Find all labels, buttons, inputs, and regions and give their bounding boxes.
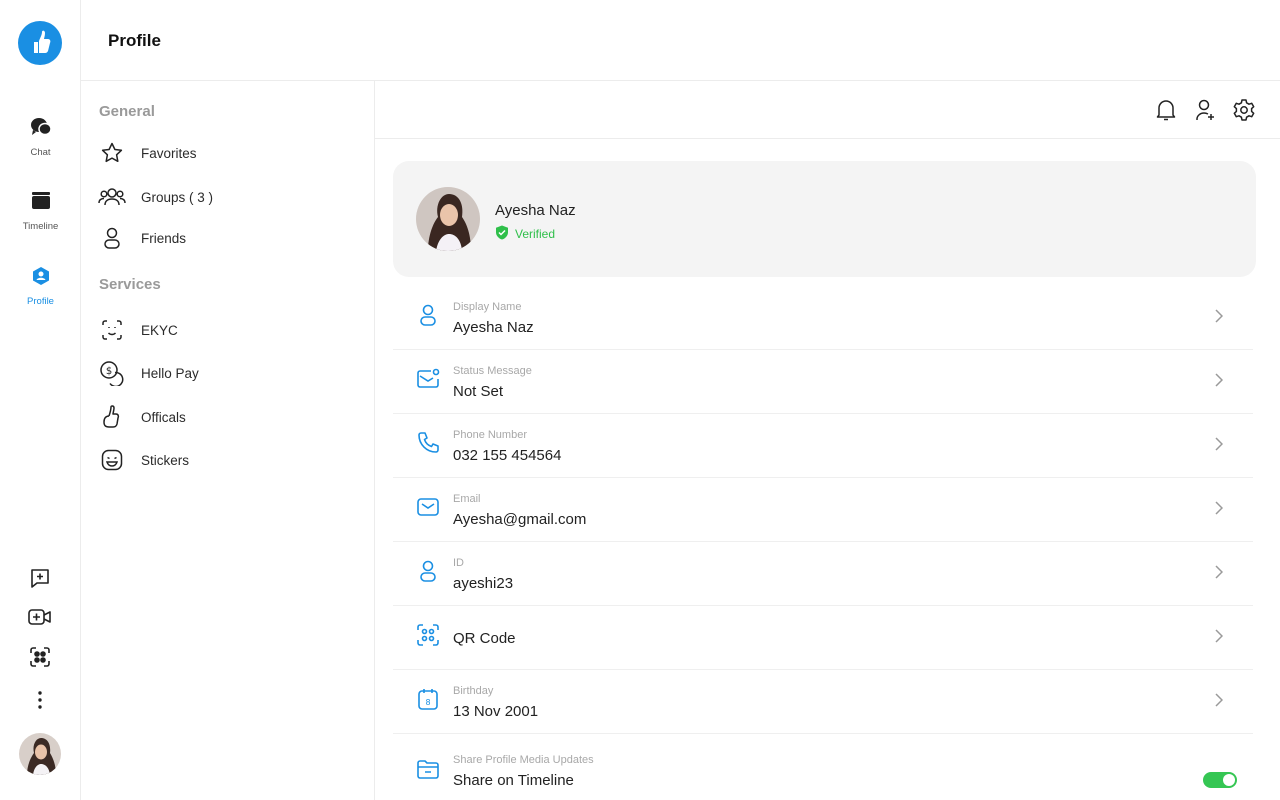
field-value: Share on Timeline (453, 772, 574, 789)
chevron-right-icon (1211, 370, 1227, 390)
row-phone-number[interactable]: Phone Number 032 155 454564 (393, 414, 1253, 478)
menu-item-label: Officals (141, 409, 186, 425)
rail-item-label: Chat (30, 147, 51, 158)
field-label: Status Message (453, 365, 532, 377)
qr-code-icon (415, 622, 441, 648)
section-title-services: Services (99, 276, 161, 293)
menu-item-label: Groups ( 3 ) (141, 189, 214, 205)
row-status-message[interactable]: Status Message Not Set (393, 350, 1253, 414)
verified-badge: Verified (495, 225, 555, 243)
bell-icon[interactable] (1154, 98, 1178, 122)
coins-icon: $ (97, 358, 127, 388)
menu-item-officals[interactable]: Officals (97, 402, 186, 432)
menu-item-label: EKYC (141, 322, 178, 338)
add-video-icon[interactable] (26, 603, 54, 631)
field-value: ayeshi23 (453, 575, 514, 592)
share-timeline-toggle[interactable] (1203, 772, 1237, 788)
svg-text:8: 8 (425, 698, 430, 707)
profile-avatar[interactable] (416, 187, 480, 251)
menu-item-stickers[interactable]: Stickers (97, 445, 189, 475)
face-scan-icon (97, 315, 127, 345)
menu-item-hello-pay[interactable]: $ Hello Pay (97, 358, 199, 388)
row-email[interactable]: Email Ayesha@gmail.com (393, 478, 1253, 542)
profile-menu: General Favorites Groups ( 3 ) Friends S… (81, 81, 375, 800)
row-qr-code[interactable]: QR Code (393, 606, 1253, 670)
field-label: ID (453, 557, 464, 569)
thumbs-up-icon (97, 402, 127, 432)
email-icon (415, 494, 441, 520)
menu-item-friends[interactable]: Friends (97, 223, 186, 253)
settings-gear-icon[interactable] (1232, 98, 1256, 122)
chevron-right-icon (1211, 434, 1227, 454)
menu-item-groups[interactable]: Groups ( 3 ) (97, 182, 213, 212)
status-mail-icon (415, 366, 441, 392)
field-label: Email (453, 493, 481, 505)
rail-item-label: Timeline (22, 221, 59, 232)
chat-bubbles-icon (30, 116, 52, 143)
top-header: Profile (81, 0, 1280, 81)
toggle-knob (1223, 774, 1235, 786)
chevron-right-icon (1211, 690, 1227, 710)
menu-item-label: Stickers (141, 452, 190, 468)
pane-toolbar (375, 81, 1280, 139)
menu-item-ekyc[interactable]: EKYC (97, 315, 178, 345)
row-share-timeline: Share Profile Media Updates Share on Tim… (393, 740, 1253, 800)
user-avatar[interactable] (19, 733, 61, 775)
menu-item-label: Favorites (141, 145, 197, 161)
page-title: Profile (108, 31, 161, 50)
app-logo-icon[interactable] (18, 21, 62, 65)
calendar-icon: 8 (415, 686, 441, 712)
field-label: Phone Number (453, 429, 527, 441)
id-user-icon (415, 558, 441, 584)
phone-icon (415, 430, 441, 456)
chevron-right-icon (1211, 626, 1227, 646)
verified-shield-icon (495, 225, 509, 243)
row-birthday[interactable]: 8 Birthday 13 Nov 2001 (393, 670, 1253, 734)
menu-item-favorites[interactable]: Favorites (97, 138, 197, 168)
chevron-right-icon (1211, 498, 1227, 518)
svg-text:$: $ (106, 366, 112, 377)
sticker-icon (97, 445, 127, 475)
row-id[interactable]: ID ayeshi23 (393, 542, 1253, 606)
field-value: Ayesha@gmail.com (453, 511, 587, 528)
field-label: Share Profile Media Updates (453, 754, 594, 766)
more-vertical-icon[interactable] (26, 686, 54, 714)
rail-item-timeline[interactable]: Timeline (0, 190, 81, 232)
menu-item-label: Hello Pay (141, 365, 199, 381)
app-window: Chat Timeline Profile Profile General Fa… (0, 0, 1280, 800)
friend-icon (97, 223, 127, 253)
groups-icon (97, 182, 127, 212)
user-icon (415, 302, 441, 328)
folder-icon (415, 756, 441, 782)
field-label: Display Name (453, 301, 522, 313)
field-value: QR Code (453, 630, 516, 647)
chevron-right-icon (1211, 306, 1227, 326)
add-chat-icon[interactable] (26, 564, 54, 592)
add-friend-icon[interactable] (1193, 98, 1217, 122)
field-value: Ayesha Naz (453, 319, 534, 336)
rail-item-chat[interactable]: Chat (0, 116, 81, 158)
chevron-right-icon (1211, 562, 1227, 582)
star-icon (97, 138, 127, 168)
timeline-icon (30, 190, 52, 217)
field-value: 13 Nov 2001 (453, 703, 539, 720)
field-value: Not Set (453, 383, 504, 400)
profile-icon (30, 265, 52, 292)
section-title-general: General (99, 103, 155, 120)
profile-name: Ayesha Naz (495, 202, 576, 219)
field-label: Birthday (453, 685, 494, 697)
profile-card: Ayesha Naz Verified (393, 161, 1256, 277)
rail-item-profile[interactable]: Profile (0, 265, 81, 307)
row-display-name[interactable]: Display Name Ayesha Naz (393, 286, 1253, 350)
field-value: 032 155 454564 (453, 447, 562, 464)
verified-label: Verified (515, 227, 556, 241)
menu-item-label: Friends (141, 230, 187, 246)
rail-item-label: Profile (27, 296, 54, 307)
left-rail: Chat Timeline Profile (0, 0, 81, 800)
scan-icon[interactable] (26, 643, 54, 671)
